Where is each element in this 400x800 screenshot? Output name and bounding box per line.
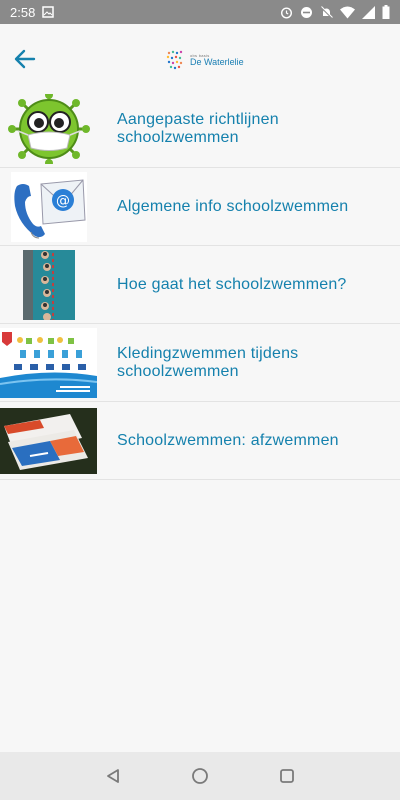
school-logo: obs basis De Waterlelie xyxy=(166,49,244,71)
list-item[interactable]: @ Algemene info schoolzwemmen xyxy=(0,168,400,246)
home-circle-icon xyxy=(192,768,208,784)
nav-home-button[interactable] xyxy=(185,761,215,791)
virus-mascot-icon xyxy=(7,93,90,164)
logo-name: De Waterlelie xyxy=(190,56,244,67)
item-thumbnail xyxy=(0,93,97,164)
dots-logo-icon xyxy=(166,50,183,70)
nav-back-button[interactable] xyxy=(98,761,128,791)
item-title: Aangepaste richtlijnen schoolzwemmen xyxy=(117,110,279,146)
item-thumbnail xyxy=(0,406,97,476)
list-item[interactable]: Hoe gaat het schoolzwemmen? xyxy=(0,246,400,324)
list-item[interactable]: Kledingzwemmen tijdens schoolzwemmen xyxy=(0,324,400,402)
item-title: Hoe gaat het schoolzwemmen? xyxy=(117,275,347,293)
back-button[interactable] xyxy=(10,44,40,74)
article-list: Aangepaste richtlijnen schoolzwemmen @ A… xyxy=(0,90,400,480)
arrow-left-icon xyxy=(14,49,36,69)
phone-email-icon: @ xyxy=(10,171,87,242)
swimming-pool-icon xyxy=(22,249,75,320)
signal-icon xyxy=(362,5,375,19)
bell-off-icon xyxy=(320,5,333,19)
wifi-icon xyxy=(340,6,355,18)
item-title: Kledingzwemmen tijdens schoolzwemmen xyxy=(117,344,299,380)
app-bar: obs basis De Waterlelie xyxy=(0,24,400,94)
svg-text:@: @ xyxy=(56,193,70,209)
swim-diplomas-icon xyxy=(0,407,97,474)
item-thumbnail: @ xyxy=(0,171,97,242)
alarm-icon xyxy=(280,6,293,19)
list-item[interactable]: Aangepaste richtlijnen schoolzwemmen xyxy=(0,90,400,168)
item-thumbnail xyxy=(0,249,97,320)
recents-square-icon xyxy=(279,769,294,783)
back-triangle-icon xyxy=(107,769,120,783)
item-title: Schoolzwemmen: afzwemmen xyxy=(117,431,339,449)
battery-icon xyxy=(382,5,390,19)
list-item[interactable]: Schoolzwemmen: afzwemmen xyxy=(0,402,400,480)
item-thumbnail xyxy=(0,327,97,398)
item-title: Algemene info schoolzwemmen xyxy=(117,197,349,215)
dnd-icon xyxy=(301,6,312,18)
nav-recents-button[interactable] xyxy=(272,761,302,791)
clothing-poster-icon xyxy=(0,327,97,398)
image-icon xyxy=(42,6,55,18)
system-nav-bar xyxy=(0,752,400,800)
status-time: 2:58 xyxy=(10,4,36,20)
status-bar: 2:58 xyxy=(0,0,400,24)
